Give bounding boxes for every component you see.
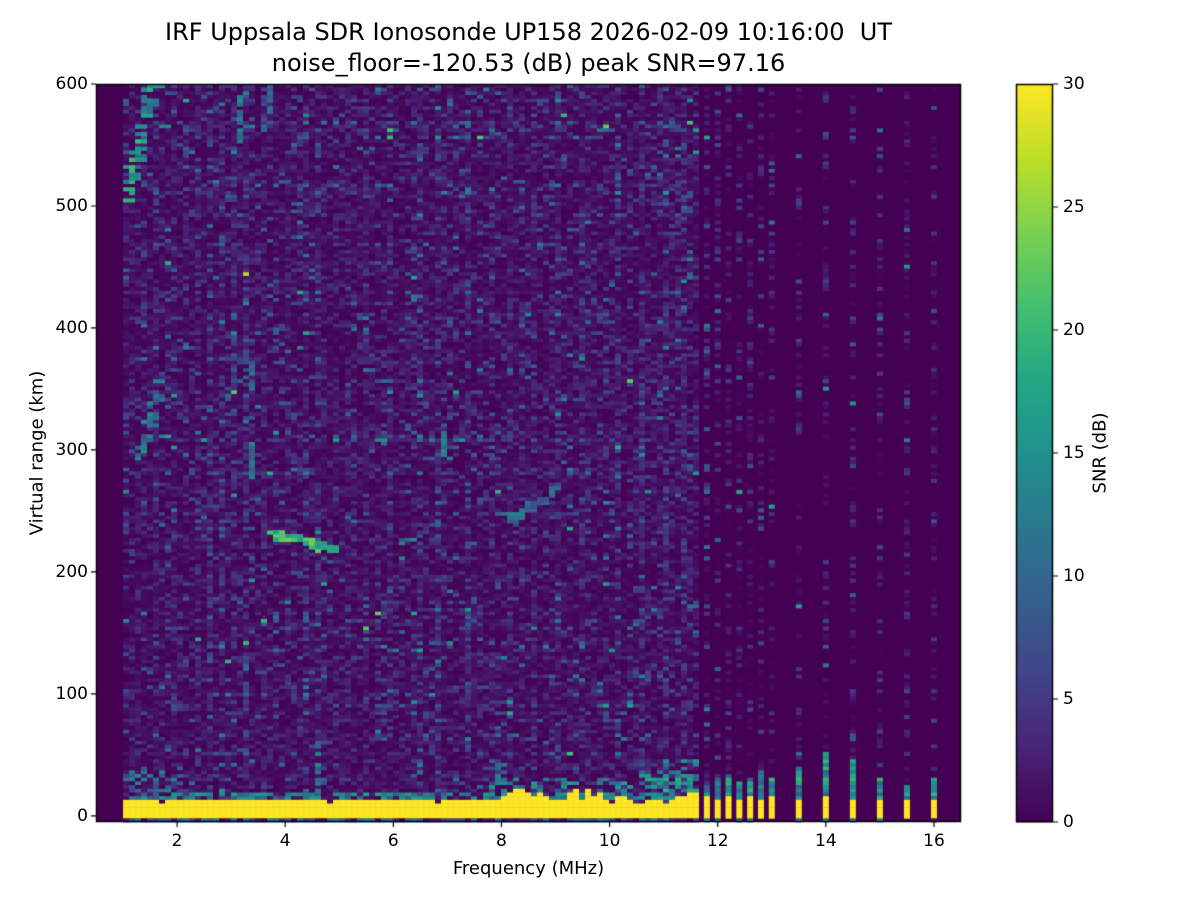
y-tick-label: 0 xyxy=(77,805,88,826)
colorbar-tick-label: 30 xyxy=(1063,74,1085,94)
colorbar-tick-label: 0 xyxy=(1063,812,1074,832)
x-tick-label: 2 xyxy=(171,831,183,851)
x-tick-label: 6 xyxy=(387,831,399,851)
ionogram-figure: IRF Uppsala SDR Ionosonde UP158 2026-02-… xyxy=(0,0,1200,900)
colorbar-tick-label: 20 xyxy=(1063,320,1085,340)
y-tick-label: 500 xyxy=(55,195,88,216)
y-tick-label: 600 xyxy=(55,74,88,94)
y-tick-label: 100 xyxy=(55,683,88,704)
colorbar-tick-label: 25 xyxy=(1063,197,1085,217)
colorbar-tick-label: 15 xyxy=(1063,443,1085,463)
x-tick-label: 12 xyxy=(706,831,729,851)
y-tick-label: 300 xyxy=(55,439,88,460)
y-tick-label: 400 xyxy=(55,317,88,338)
ionogram-heatmap-canvas xyxy=(0,0,1200,900)
x-tick-label: 10 xyxy=(598,831,621,851)
x-tick-label: 14 xyxy=(815,831,837,851)
colorbar-tick-label: 10 xyxy=(1063,566,1085,586)
x-tick-label: 4 xyxy=(279,831,291,851)
y-tick-label: 200 xyxy=(55,561,88,582)
x-axis-label: Frequency (MHz) xyxy=(452,858,605,879)
x-tick-label: 16 xyxy=(923,831,945,851)
x-tick-label: 8 xyxy=(496,831,507,851)
colorbar-tick-label: 5 xyxy=(1063,689,1074,709)
